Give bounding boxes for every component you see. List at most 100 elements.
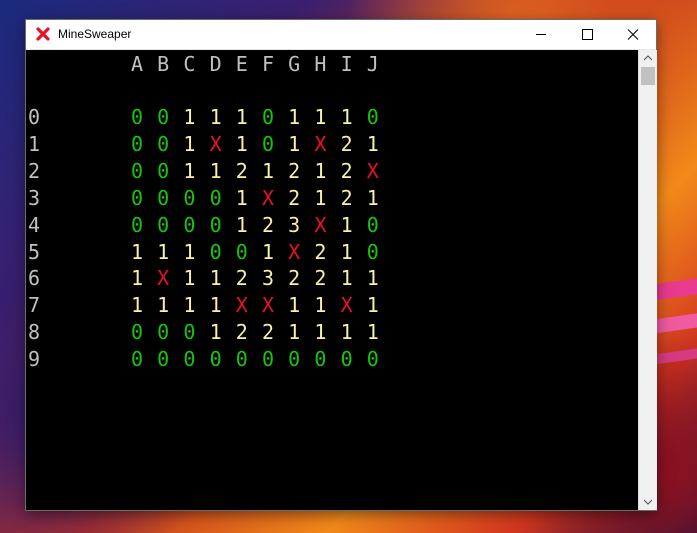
board-cell: 1 <box>209 266 222 291</box>
mine-cell: X <box>314 212 327 237</box>
title-bar[interactable]: MineSweaper <box>26 20 656 50</box>
column-header: C <box>183 52 196 76</box>
column-header: G <box>288 52 301 76</box>
board-cell: 3 <box>288 212 301 237</box>
vertical-scrollbar[interactable] <box>638 50 657 510</box>
board-cell: 0 <box>288 347 301 372</box>
board-cell: 1 <box>183 131 196 156</box>
board-cell: 1 <box>235 185 248 210</box>
board-cell: 1 <box>340 320 353 345</box>
row-number: 2 <box>28 158 41 183</box>
board-cell: 0 <box>183 320 196 345</box>
board-cell: 0 <box>183 347 196 372</box>
board-cell: 1 <box>183 105 196 129</box>
board-cell: 0 <box>366 347 379 372</box>
board-cell: 0 <box>157 185 170 210</box>
board-cell: 0 <box>314 347 327 372</box>
board-cell: 2 <box>340 131 353 156</box>
mine-cell: X <box>235 293 248 318</box>
scroll-up-arrow-icon[interactable] <box>639 50 657 67</box>
column-header: J <box>366 52 379 76</box>
mine-cell: X <box>366 158 379 183</box>
board-cell: 0 <box>183 185 196 210</box>
board-cell: 2 <box>261 212 275 237</box>
board-cell: 1 <box>314 185 327 210</box>
board-cell: 1 <box>314 158 327 183</box>
column-header: F <box>261 52 275 76</box>
board-cell: 1 <box>157 239 170 264</box>
mine-cell: X <box>288 239 301 264</box>
window-title: MineSweaper <box>58 27 132 41</box>
board-cell: 2 <box>235 158 248 183</box>
column-header: D <box>209 52 222 76</box>
maximize-button[interactable] <box>564 20 610 49</box>
board-cell: 1 <box>366 266 379 291</box>
column-header: I <box>340 52 353 76</box>
board-cell: 0 <box>157 347 170 372</box>
board-cell: 1 <box>183 293 196 318</box>
board-cell: 1 <box>366 185 379 210</box>
board-cell: 1 <box>314 293 327 318</box>
scroll-down-arrow-icon[interactable] <box>639 493 657 510</box>
board-cell: 1 <box>130 293 144 318</box>
board-cell: 1 <box>288 293 301 318</box>
board-cell: 0 <box>340 347 353 372</box>
close-button[interactable] <box>610 20 656 49</box>
mine-cell: X <box>314 131 327 156</box>
column-header: E <box>235 52 248 76</box>
board-cell: 0 <box>130 105 144 129</box>
app-x-icon <box>36 27 50 41</box>
board-cell: 2 <box>288 185 301 210</box>
column-header: H <box>314 52 327 76</box>
minimize-button[interactable] <box>518 20 564 49</box>
board-cell: 2 <box>235 266 248 291</box>
board-cell: 0 <box>209 347 222 372</box>
board-cell: 0 <box>130 320 144 345</box>
board-cell: 1 <box>340 239 353 264</box>
board-cell: 1 <box>366 293 379 318</box>
board-cell: 0 <box>235 239 248 264</box>
board-cell: 2 <box>288 266 301 291</box>
board-cell: 2 <box>261 320 275 345</box>
mine-cell: X <box>261 185 275 210</box>
board-cell: 1 <box>288 131 301 156</box>
board-cell: 0 <box>209 239 222 264</box>
row-number: 9 <box>28 347 41 372</box>
board-cell: 1 <box>209 293 222 318</box>
minesweeper-window: MineSweaper ABCDEFGHIJ000111011101001X10… <box>26 20 657 510</box>
mine-cell: X <box>261 293 275 318</box>
board-cell: 0 <box>366 239 379 264</box>
mine-cell: X <box>340 293 353 318</box>
board-cell: 1 <box>366 320 379 345</box>
scroll-thumb[interactable] <box>641 67 655 85</box>
board-cell: 0 <box>235 347 248 372</box>
minimize-icon <box>536 34 546 35</box>
row-number: 8 <box>28 320 41 345</box>
board-cell: 0 <box>130 158 144 183</box>
board-cell: 1 <box>340 212 353 237</box>
board-cell: 1 <box>288 320 301 345</box>
board-cell: 0 <box>130 212 144 237</box>
board-cell: 0 <box>130 185 144 210</box>
column-header: A <box>130 52 144 76</box>
board-cell: 1 <box>130 266 144 291</box>
mine-cell: X <box>157 266 170 291</box>
console-area: ABCDEFGHIJ000111011101001X101X2120011212… <box>26 50 638 510</box>
board-cell: 1 <box>261 239 275 264</box>
board-cell: 1 <box>340 266 353 291</box>
board-cell: 0 <box>183 212 196 237</box>
close-icon <box>627 29 639 40</box>
row-number: 0 <box>28 105 41 129</box>
board-cell: 1 <box>366 131 379 156</box>
board-cell: 1 <box>314 320 327 345</box>
board-cell: 2 <box>340 158 353 183</box>
row-number: 3 <box>28 185 41 210</box>
board-cell: 0 <box>157 105 170 129</box>
board-cell: 0 <box>261 131 275 156</box>
wallpaper-stripe <box>655 310 697 334</box>
board-cell: 1 <box>288 105 301 129</box>
board-cell: 1 <box>130 239 144 264</box>
row-number: 5 <box>28 239 41 264</box>
board-cell: 0 <box>209 212 222 237</box>
board-cell: 2 <box>314 266 327 291</box>
